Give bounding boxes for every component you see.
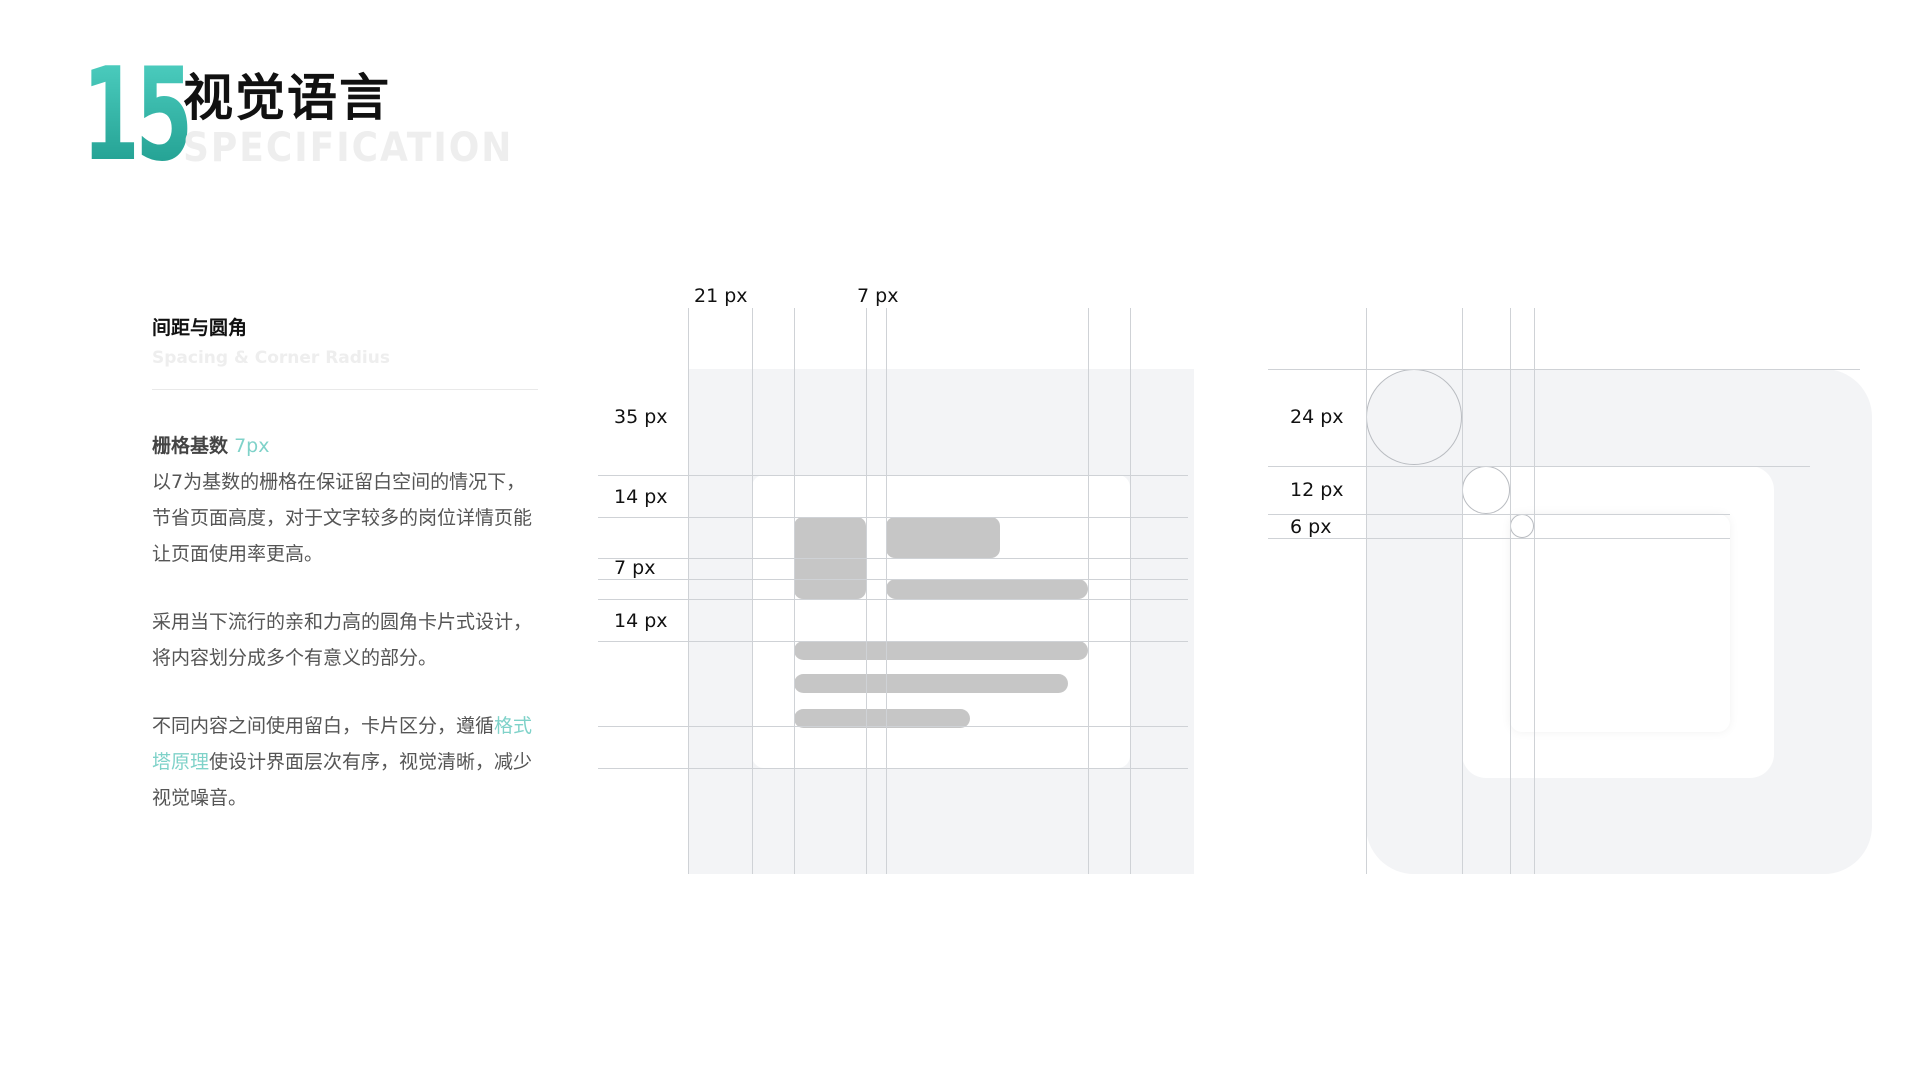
- guide-line: [1268, 514, 1730, 515]
- guide-line: [886, 308, 887, 874]
- guide-line: [1268, 466, 1810, 467]
- dimension-label: 7 px: [857, 285, 899, 307]
- page-subtitle: SPECIFICATION: [183, 125, 514, 171]
- guide-line: [598, 726, 1188, 727]
- grid-label: 栅格基数: [152, 435, 229, 457]
- dimension-label: 14 px: [614, 486, 668, 508]
- guide-line: [598, 475, 1188, 476]
- guide-line: [1462, 308, 1463, 874]
- guide-line: [866, 308, 867, 874]
- dimension-label: 14 px: [614, 610, 668, 632]
- guide-line: [1268, 538, 1730, 539]
- guide-line: [598, 579, 1188, 580]
- guide-line: [598, 641, 1188, 642]
- dimension-label: 12 px: [1290, 479, 1344, 501]
- guide-line: [794, 308, 795, 874]
- divider: [152, 389, 538, 390]
- description-column: 间距与圆角 Spacing & Corner Radius 栅格基数 7px 以…: [152, 314, 538, 816]
- grid-description: 以7为基数的栅格在保证留白空间的情况下，节省页面高度，对于文字较多的岗位详情页能…: [152, 471, 533, 565]
- card-paragraph: 采用当下流行的亲和力高的圆角卡片式设计，将内容划分成多个有意义的部分。: [152, 611, 533, 669]
- section-number: 15: [82, 41, 193, 190]
- guide-line: [598, 517, 1188, 518]
- radius-circle-small: [1510, 514, 1534, 538]
- line-placeholder: [794, 641, 1088, 660]
- guide-line: [1088, 308, 1089, 874]
- dimension-label: 7 px: [614, 557, 656, 579]
- guide-line: [1268, 369, 1860, 370]
- page-title: 视觉语言: [183, 69, 391, 127]
- radius-circle-large: [1366, 369, 1462, 465]
- title-placeholder: [886, 517, 1000, 558]
- guide-line: [688, 308, 689, 874]
- guide-line: [752, 308, 753, 874]
- guide-line: [598, 599, 1188, 600]
- line-placeholder: [794, 674, 1068, 693]
- guide-line: [1366, 308, 1367, 874]
- dimension-label: 24 px: [1290, 406, 1344, 428]
- layer-text-after: 使设计界面层次有序，视觉清晰，减少视觉噪音。: [152, 751, 533, 809]
- grid-value: 7px: [234, 435, 270, 457]
- line-placeholder: [794, 709, 970, 728]
- dimension-label: 6 px: [1290, 516, 1332, 538]
- dimension-label: 35 px: [614, 406, 668, 428]
- spacing-panel-background: [688, 369, 1194, 874]
- sample-card: [752, 475, 1130, 768]
- avatar-placeholder: [794, 517, 866, 599]
- guide-line: [1534, 308, 1535, 874]
- radius-panel-background: [1366, 369, 1872, 874]
- layer-text-before: 不同内容之间使用留白，卡片区分，遵循: [152, 715, 495, 737]
- layer-paragraph: 不同内容之间使用留白，卡片区分，遵循格式塔原理使设计界面层次有序，视觉清晰，减少…: [152, 708, 538, 816]
- inner-card: [1510, 514, 1730, 732]
- radius-circle-medium: [1462, 466, 1510, 514]
- guide-line: [598, 768, 1188, 769]
- grid-paragraph: 栅格基数 7px 以7为基数的栅格在保证留白空间的情况下，节省页面高度，对于文字…: [152, 428, 538, 572]
- line-placeholder: [886, 579, 1088, 599]
- guide-line: [1130, 308, 1131, 874]
- block-title: 间距与圆角: [152, 317, 248, 339]
- guide-line: [1510, 308, 1511, 874]
- outer-card: [1462, 466, 1774, 778]
- block-subtitle: Spacing & Corner Radius: [152, 348, 390, 368]
- guide-line: [598, 558, 1188, 559]
- dimension-label: 21 px: [694, 285, 748, 307]
